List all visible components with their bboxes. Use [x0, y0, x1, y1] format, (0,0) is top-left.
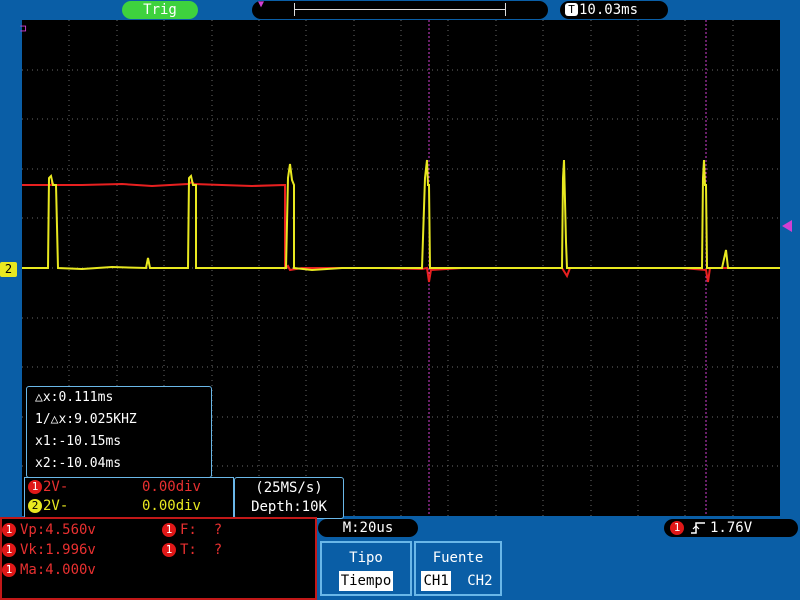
measurement-vp: 1 Vp:4.560v	[2, 521, 96, 540]
cursor-readout-panel: △x:0.111ms 1/△x:9.025KHZ x1:-10.15ms x2:…	[26, 386, 212, 478]
trigger-t-icon: T	[565, 3, 578, 16]
measurement-t: 1 T: ?	[162, 541, 222, 560]
ch2-scale: 2V-	[43, 498, 69, 514]
trigger-level-value: 1.76V	[710, 520, 753, 536]
memory-depth: Depth:10K	[251, 499, 327, 515]
menu-fuente-option-ch2[interactable]: CH2	[465, 571, 494, 591]
timeline-right-bracket	[505, 3, 506, 16]
meas-vp-badge: 1	[2, 523, 16, 537]
menu-fuente-option-ch1[interactable]: CH1	[421, 571, 451, 591]
trigger-channel-badge: 1	[670, 521, 684, 535]
measurements-panel: 1 Vp:4.560v 1 Vk:1.996v 1 Ma:4.000v 1 F: ? 1…	[0, 517, 317, 600]
meas-vk-value: Vk:1.996v	[20, 542, 96, 558]
trigger-level-arrow-icon[interactable]	[782, 220, 792, 232]
ch1-scale: 2V-	[43, 479, 69, 495]
ch1-badge: 1	[28, 480, 42, 494]
meas-f-badge: 1	[162, 523, 176, 537]
ch2-badge: 2	[28, 499, 42, 513]
ch1-offset: 0.00div	[141, 479, 201, 495]
trigger-level-readout[interactable]: 1 1.76V	[664, 519, 798, 537]
measurement-ma: 1 Ma:4.000v	[2, 561, 96, 580]
rising-edge-icon	[690, 521, 706, 540]
cursor-x2-value: x2:-10.04ms	[35, 456, 122, 471]
ch2-scale-row[interactable]: 2 2V- 0.00div	[25, 497, 233, 516]
menu-tipo-title: Tipo	[349, 550, 383, 566]
meas-vk-badge: 1	[2, 543, 16, 557]
time-position-value: 10.03ms	[579, 2, 639, 18]
memory-timeline[interactable]: ▼	[252, 0, 548, 19]
ch1-scale-row[interactable]: 1 2V- 0.00div	[25, 478, 233, 497]
trig-status-button[interactable]: Trig	[122, 1, 198, 19]
trigger-origin-icon: ⊐	[20, 22, 27, 35]
meas-t-badge: 1	[162, 543, 176, 557]
cursor-delta-x: △x:0.111ms	[35, 390, 114, 405]
timebase-readout[interactable]: M:20us	[318, 519, 418, 537]
menu-tipo-option-tiempo[interactable]: Tiempo	[338, 571, 394, 591]
ch2-offset: 0.00div	[141, 498, 201, 514]
ch2-ground-marker[interactable]: 2	[0, 262, 17, 277]
channel-scale-panel: 1 2V- 0.00div 2 2V- 0.00div	[24, 477, 234, 519]
acquisition-panel: (25MS/s) Depth:10K	[234, 477, 344, 519]
meas-ma-value: Ma:4.000v	[20, 562, 96, 578]
timeline-bar	[294, 9, 506, 10]
trigger-time-position[interactable]: T 10.03ms	[560, 1, 668, 19]
top-status-bar: Trig ▼ T 10.03ms	[0, 0, 800, 20]
menu-tipo-button[interactable]: Tipo Tiempo	[320, 541, 412, 596]
trigger-position-marker-icon: ▼	[258, 0, 265, 10]
cursor-x1-value: x1:-10.15ms	[35, 434, 122, 449]
menu-fuente-title: Fuente	[432, 550, 484, 566]
menu-fuente-button[interactable]: Fuente CH1 CH2	[414, 541, 502, 596]
sample-rate: (25MS/s)	[255, 480, 323, 496]
meas-ma-badge: 1	[2, 563, 16, 577]
cursor-inverse-delta-x: 1/△x:9.025KHZ	[35, 412, 137, 427]
meas-vp-value: Vp:4.560v	[20, 522, 96, 538]
measurement-f: 1 F: ?	[162, 521, 222, 540]
measurement-vk: 1 Vk:1.996v	[2, 541, 96, 560]
